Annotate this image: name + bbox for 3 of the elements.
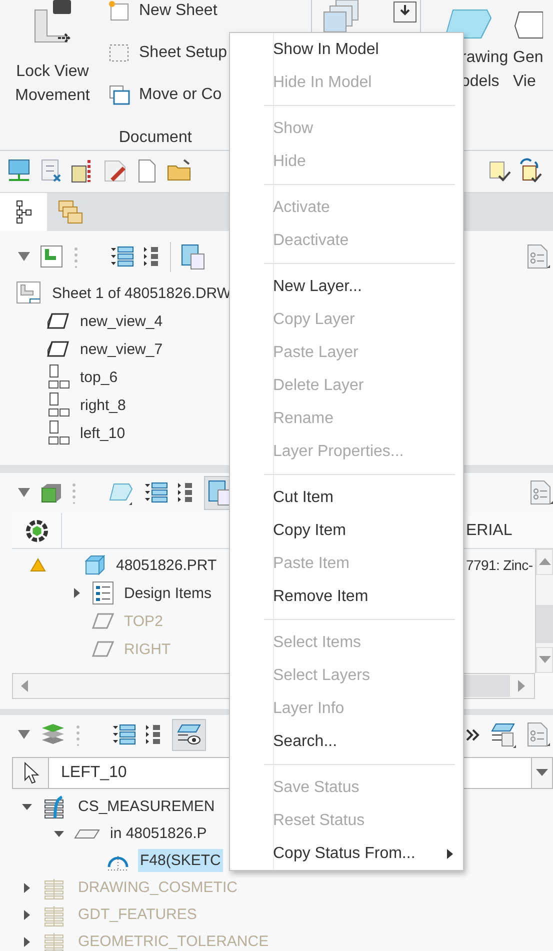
group-label: Document xyxy=(118,128,192,148)
table-cell: 7791: Zinc- xyxy=(466,557,533,573)
button-label: Lock View Movement xyxy=(14,62,91,106)
